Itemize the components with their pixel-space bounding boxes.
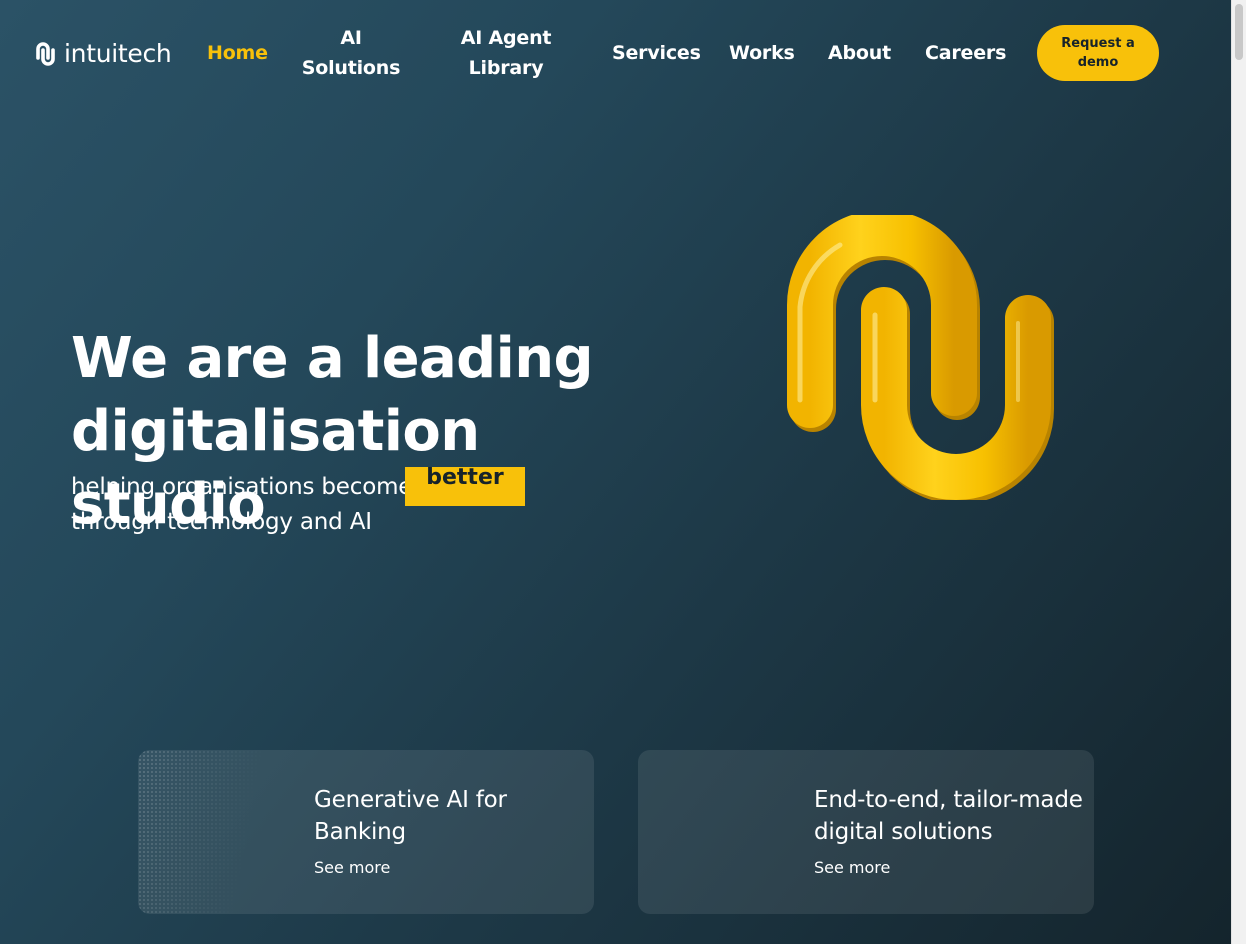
hero-subtitle-end: through technology and AI	[71, 509, 372, 535]
brand-name: intuitech	[64, 39, 172, 68]
nav-ai-solutions-line1: AI	[340, 27, 362, 49]
card-see-more-link[interactable]: See more	[314, 858, 390, 877]
nav-ai-agent-library[interactable]: AI Agent Library	[456, 23, 556, 83]
request-demo-button[interactable]: Request a demo	[1037, 25, 1159, 81]
card-title: Generative AI for Banking	[314, 787, 507, 845]
card-dot-pattern	[138, 750, 268, 914]
nav-ai-agent-library-line1: AI Agent	[460, 27, 552, 49]
nav-works[interactable]: Works	[729, 38, 795, 68]
brand-logo[interactable]: intuitech	[35, 39, 172, 68]
card-generative-ai-banking[interactable]: Generative AI for Banking See more	[138, 750, 594, 914]
nav-services[interactable]: Services	[612, 38, 701, 68]
scrollbar-thumb[interactable]	[1235, 4, 1243, 60]
card-see-more-link[interactable]: See more	[814, 858, 890, 877]
hero-highlight-word: better	[405, 467, 525, 506]
nav-careers[interactable]: Careers	[925, 38, 1006, 68]
card-title: End-to-end, tailor-made digital solution…	[814, 787, 1083, 845]
nav-home[interactable]: Home	[207, 38, 268, 68]
nav-ai-agent-library-line2: Library	[468, 57, 544, 79]
intuitech-logo-icon	[36, 42, 55, 66]
nav-ai-solutions[interactable]: AI Solutions	[300, 23, 402, 83]
nav-about[interactable]: About	[828, 38, 891, 68]
nav-ai-solutions-line2: Solutions	[301, 57, 401, 79]
intuitech-3d-mark-icon	[787, 215, 1054, 500]
card-end-to-end-solutions[interactable]: End-to-end, tailor-made digital solution…	[638, 750, 1094, 914]
page-scrollbar[interactable]	[1231, 0, 1246, 944]
hero-subtitle-start: helping organisations become	[71, 474, 413, 500]
homepage: intuitech Home AI Solutions AI Agent Lib…	[0, 0, 1231, 944]
request-demo-label: Request a demo	[1061, 36, 1135, 70]
